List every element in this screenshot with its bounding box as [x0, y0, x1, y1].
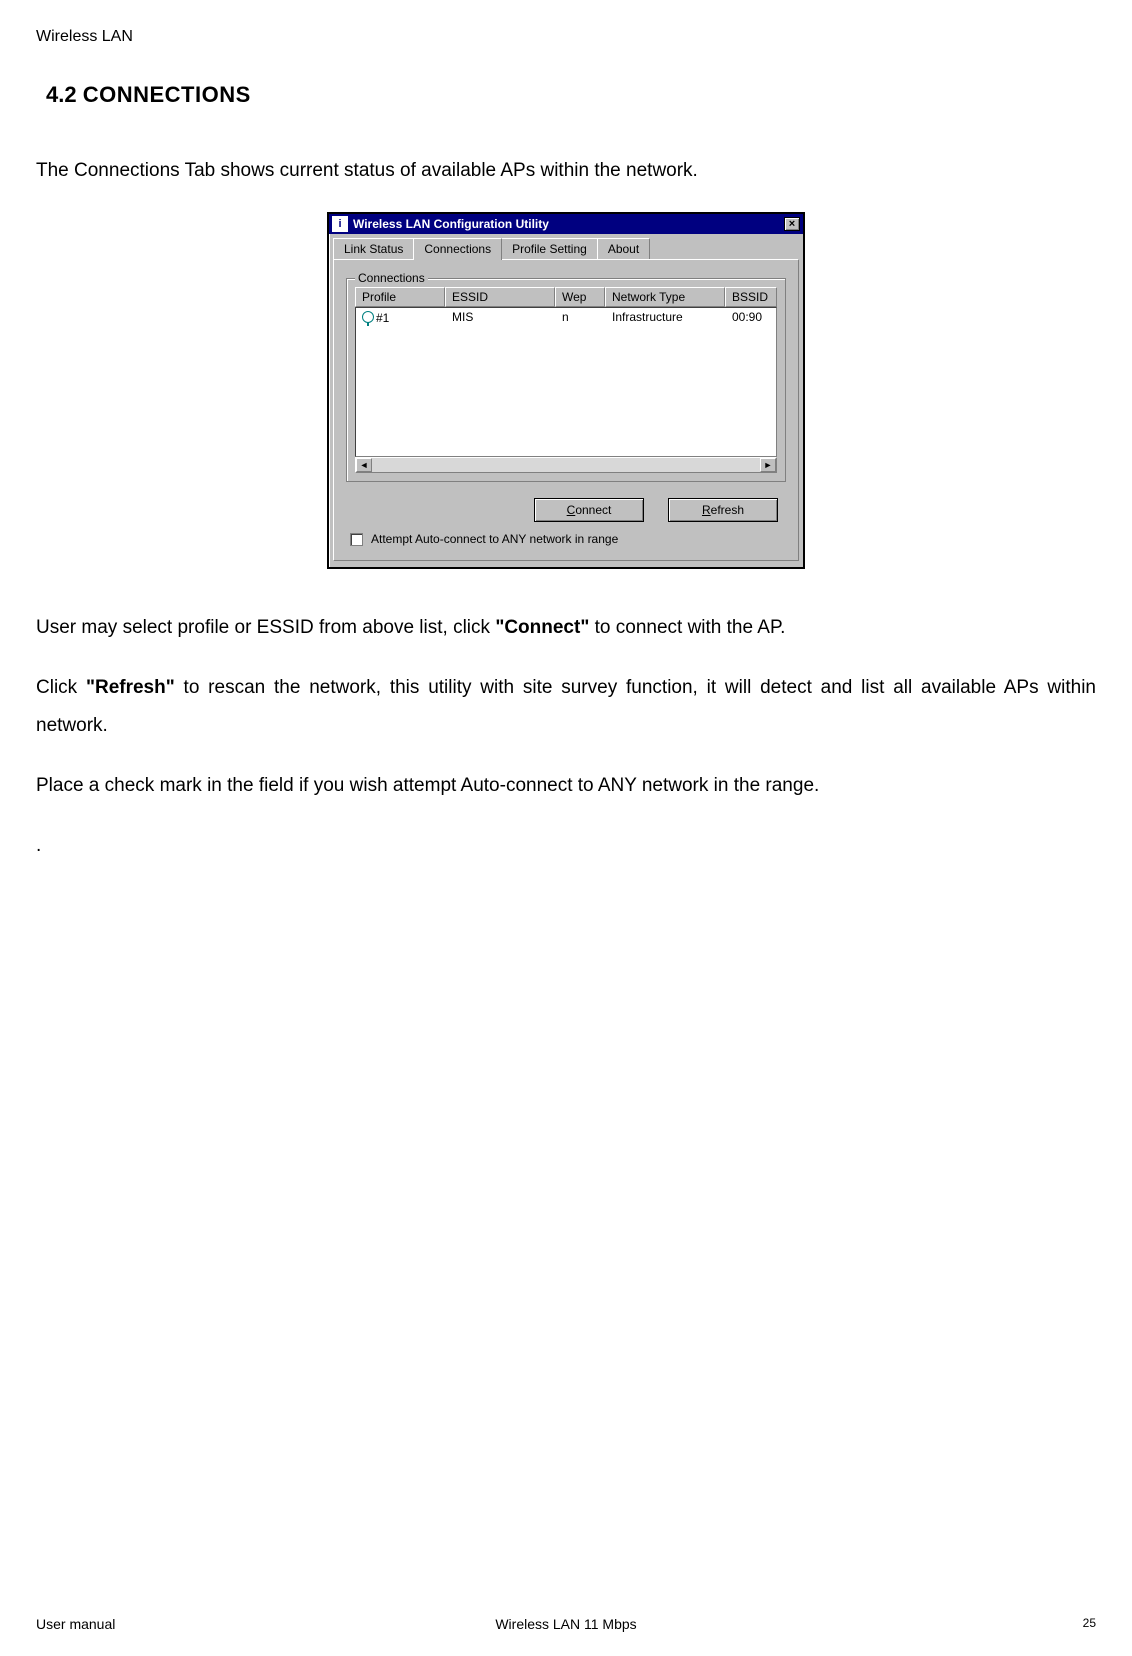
autoconnect-row: Attempt Auto-connect to ANY network in r…	[350, 532, 782, 546]
section-heading: 4.2 CONNECTIONS	[46, 82, 1096, 108]
config-dialog: i Wireless LAN Configuration Utility × L…	[327, 212, 805, 569]
group-label: Connections	[355, 271, 428, 285]
tab-profile-setting[interactable]: Profile Setting	[501, 238, 598, 259]
window-title: Wireless LAN Configuration Utility	[353, 217, 784, 231]
para-select: User may select profile or ESSID from ab…	[36, 609, 1096, 647]
hdr-profile[interactable]: Profile	[355, 287, 445, 307]
tab-about[interactable]: About	[597, 238, 650, 259]
app-icon: i	[332, 216, 348, 232]
tab-panel: Connections Profile ESSID Wep Network Ty…	[333, 259, 799, 561]
titlebar: i Wireless LAN Configuration Utility ×	[329, 214, 803, 234]
hdr-nettype[interactable]: Network Type	[605, 287, 725, 307]
section-number: 4.2	[46, 82, 77, 107]
tab-link-status[interactable]: Link Status	[333, 238, 414, 259]
scroll-left-icon[interactable]: ◄	[356, 458, 372, 472]
hdr-bssid[interactable]: BSSID	[725, 287, 777, 307]
doc-header: Wireless LAN	[36, 28, 1096, 46]
cell-wep: n	[556, 310, 606, 325]
scroll-track[interactable]	[372, 458, 760, 472]
horizontal-scrollbar[interactable]: ◄ ►	[355, 457, 777, 473]
close-icon[interactable]: ×	[784, 217, 800, 231]
hdr-essid[interactable]: ESSID	[445, 287, 555, 307]
button-row: Connect Refresh	[346, 498, 778, 522]
intro-text: The Connections Tab shows current status…	[36, 152, 1096, 190]
connect-button[interactable]: Connect	[534, 498, 644, 522]
autoconnect-label: Attempt Auto-connect to ANY network in r…	[371, 532, 618, 546]
signal-icon	[362, 311, 374, 323]
cell-nettype: Infrastructure	[606, 310, 726, 325]
trailing-dot: .	[36, 827, 1096, 865]
autoconnect-checkbox[interactable]	[350, 533, 363, 546]
hdr-wep[interactable]: Wep	[555, 287, 605, 307]
para-autoconnect: Place a check mark in the field if you w…	[36, 767, 1096, 805]
page-footer: User manual Wireless LAN 11 Mbps 25	[36, 1616, 1096, 1632]
refresh-button[interactable]: Refresh	[668, 498, 778, 522]
connections-group: Connections Profile ESSID Wep Network Ty…	[346, 278, 786, 482]
list-header: Profile ESSID Wep Network Type BSSID	[355, 287, 777, 307]
list-item[interactable]: #1 MIS n Infrastructure 00:90	[356, 308, 776, 327]
tab-connections[interactable]: Connections	[413, 238, 502, 260]
scroll-right-icon[interactable]: ►	[760, 458, 776, 472]
footer-center: Wireless LAN 11 Mbps	[36, 1616, 1096, 1632]
tab-bar: Link Status Connections Profile Setting …	[329, 234, 803, 259]
cell-essid: MIS	[446, 310, 556, 325]
para-refresh: Click "Refresh" to rescan the network, t…	[36, 669, 1096, 745]
list-body[interactable]: #1 MIS n Infrastructure 00:90	[355, 307, 777, 457]
cell-bssid: 00:90	[726, 310, 776, 325]
dialog-screenshot: i Wireless LAN Configuration Utility × L…	[36, 212, 1096, 569]
section-word: CONNECTIONS	[83, 82, 251, 107]
cell-profile: #1	[376, 311, 389, 325]
